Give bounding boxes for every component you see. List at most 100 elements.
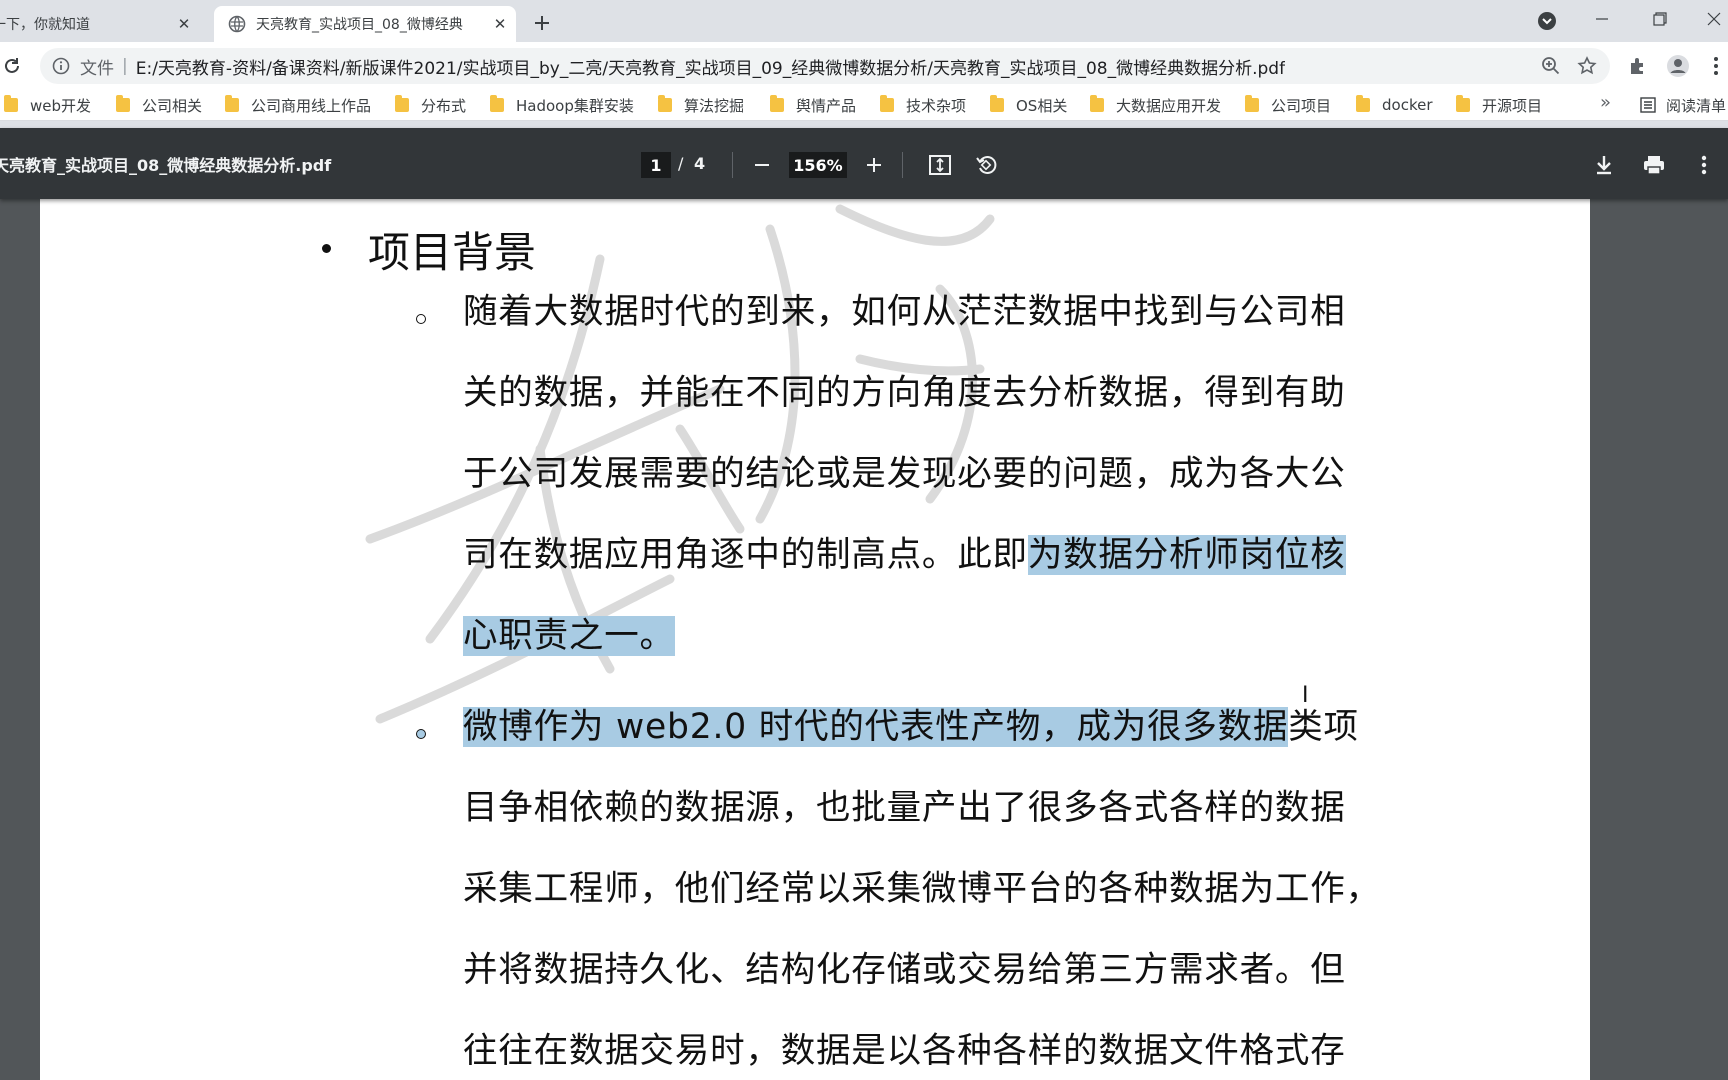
bookmark-folder[interactable]: 公司相关 — [116, 94, 202, 116]
bookmark-label: 算法挖掘 — [684, 96, 745, 115]
section-heading: 项目背景 — [368, 228, 537, 277]
rotate-icon[interactable] — [972, 151, 1000, 179]
restore-button[interactable] — [1632, 0, 1688, 38]
more-bookmarks-button[interactable]: » — [1600, 92, 1611, 113]
selected-text: 时代的代表性产物，成为很多数据 — [746, 707, 1289, 747]
page-number-input[interactable]: 1 — [641, 152, 671, 178]
folder-icon — [1245, 95, 1259, 112]
text-run: 司在数据应用角逐中的制高点。此即 — [463, 535, 1028, 575]
zoom-out-icon[interactable] — [748, 151, 776, 179]
tab-baidu[interactable]: 一下，你就知道 ✕ — [0, 6, 210, 42]
text-line: 往往在数据交易时，数据是以各种各样的数据文件格式存 — [463, 1031, 1346, 1071]
text-line: 关的数据，并能在不同的方向角度去分析数据，得到有助 — [463, 373, 1346, 413]
bookmark-label: 公司项目 — [1271, 96, 1332, 115]
bookmark-label: 分布式 — [421, 96, 467, 115]
globe-icon — [228, 15, 246, 33]
bullet-dot — [322, 244, 331, 253]
text-line: 心职责之一。 — [463, 596, 1403, 677]
pdf-toolbar: 天亮教育_实战项目_08_微博经典数据分析.pdf 1 / 4 156% — [0, 128, 1728, 199]
bookmarks-bar: web开发 公司相关 公司商用线上作品 分布式 Hadoop集群安装 算法挖掘 … — [0, 90, 1728, 121]
text-cursor-icon: I — [1302, 683, 1309, 708]
bookmark-label: docker — [1382, 96, 1433, 114]
divider — [732, 152, 733, 178]
address-bar[interactable]: 文件 | E:/天亮教育-资料/备课资料/新版课件2021/实战项目_by_二亮… — [40, 48, 1610, 84]
url-scheme-label: 文件 — [80, 58, 114, 79]
zoom-icon[interactable] — [1540, 55, 1562, 77]
page-separator: / — [678, 154, 684, 173]
extensions-icon[interactable] — [1626, 54, 1650, 78]
folder-icon — [116, 95, 130, 112]
pdf-title: 天亮教育_实战项目_08_微博经典数据分析.pdf — [0, 156, 332, 175]
paragraph-background: 随着大数据时代的到来，如何从茫茫数据中找到与公司相 关的数据，并能在不同的方向角… — [463, 272, 1403, 677]
minimize-button[interactable] — [1574, 0, 1630, 38]
star-icon[interactable] — [1576, 55, 1598, 77]
bookmark-folder[interactable]: 大数据应用开发 — [1090, 94, 1221, 116]
bookmark-label: 大数据应用开发 — [1116, 96, 1222, 115]
more-options-icon[interactable] — [1690, 151, 1718, 179]
selected-text: 心职责之一。 — [463, 616, 675, 656]
text-line: 司在数据应用角逐中的制高点。此即为数据分析师岗位核 — [463, 515, 1403, 596]
scrollbar[interactable] — [1716, 199, 1728, 1080]
info-icon[interactable] — [52, 57, 70, 75]
print-icon[interactable] — [1640, 151, 1668, 179]
close-window-button[interactable] — [1686, 0, 1728, 38]
profile-avatar-icon[interactable] — [1666, 54, 1690, 78]
bookmark-label: 公司相关 — [142, 96, 203, 115]
bookmark-label: OS相关 — [1016, 96, 1068, 115]
folder-icon — [490, 95, 504, 112]
folder-icon — [225, 95, 239, 112]
bookmark-label: web开发 — [30, 96, 92, 115]
folder-icon — [4, 95, 18, 112]
bookmark-label: 技术杂项 — [906, 96, 967, 115]
url-text[interactable]: E:/天亮教育-资料/备课资料/新版课件2021/实战项目_by_二亮/天亮教育… — [136, 54, 1285, 79]
pdf-viewer[interactable]: 项目背景 随着大数据时代的到来，如何从茫茫数据中找到与公司相 关的数据，并能在不… — [0, 199, 1728, 1080]
bookmark-folder[interactable]: 开源项目 — [1456, 94, 1542, 116]
bookmark-folder[interactable]: 公司商用线上作品 — [225, 94, 371, 116]
bookmark-folder[interactable]: 公司项目 — [1245, 94, 1331, 116]
bookmark-label: 公司商用线上作品 — [251, 96, 372, 115]
tab-strip: 一下，你就知道 ✕ 天亮教育_实战项目_08_微博经典 ✕ — [0, 0, 1728, 42]
selected-text: 微博作为 — [463, 707, 616, 747]
tab-pdf[interactable]: 天亮教育_实战项目_08_微博经典 ✕ — [214, 6, 516, 42]
bookmark-folder[interactable]: docker — [1356, 94, 1433, 116]
bookmark-folder[interactable]: OS相关 — [990, 94, 1067, 116]
reading-list-label: 阅读清单 — [1666, 96, 1727, 115]
reload-icon[interactable] — [0, 54, 24, 78]
text-line: 微博作为 web2.0 时代的代表性产物，成为很多数据类项 — [463, 687, 1403, 768]
fit-page-icon[interactable] — [926, 151, 954, 179]
bookmark-folder[interactable]: web开发 — [4, 94, 91, 116]
bookmark-folder[interactable]: 舆情产品 — [770, 94, 856, 116]
reading-list-button[interactable]: 阅读清单 — [1640, 94, 1726, 116]
text-line: 随着大数据时代的到来，如何从茫茫数据中找到与公司相 — [463, 292, 1346, 332]
divider — [902, 152, 903, 178]
bookmark-folder[interactable]: 技术杂项 — [880, 94, 966, 116]
text-line: 于公司发展需要的结论或是发现必要的问题，成为各大公 — [463, 454, 1346, 494]
folder-icon — [880, 95, 894, 112]
text-line: 采集工程师，他们经常以采集微博平台的各种数据为工作， — [463, 869, 1381, 909]
download-icon[interactable] — [1590, 151, 1618, 179]
zoom-in-icon[interactable] — [860, 151, 888, 179]
bookmark-folder[interactable]: 算法挖掘 — [658, 94, 744, 116]
folder-icon — [1090, 95, 1104, 112]
tab-title: 一下，你就知道 — [0, 17, 90, 33]
selected-text: web2.0 — [615, 707, 747, 747]
close-icon[interactable]: ✕ — [174, 14, 194, 34]
menu-icon[interactable] — [1704, 54, 1728, 78]
pdf-page[interactable]: 项目背景 随着大数据时代的到来，如何从茫茫数据中找到与公司相 关的数据，并能在不… — [40, 199, 1590, 1080]
tab-title: 天亮教育_实战项目_08_微博经典 — [256, 17, 463, 33]
text-line: 目争相依赖的数据源，也批量产出了很多各式各样的数据 — [463, 788, 1346, 828]
tab-search-icon[interactable] — [1536, 10, 1558, 32]
close-icon[interactable]: ✕ — [490, 14, 510, 34]
selected-text: 为数据分析师岗位核 — [1027, 535, 1346, 575]
folder-icon — [990, 95, 1004, 112]
bookmark-folder[interactable]: 分布式 — [395, 94, 466, 116]
browser-toolbar: 文件 | E:/天亮教育-资料/备课资料/新版课件2021/实战项目_by_二亮… — [0, 42, 1728, 90]
new-tab-button[interactable] — [528, 9, 556, 37]
page-total: 4 — [694, 154, 706, 173]
zoom-level-input[interactable]: 156% — [789, 152, 847, 178]
bookmark-folder[interactable]: Hadoop集群安装 — [490, 94, 634, 116]
folder-icon — [1356, 95, 1370, 112]
url-separator: | — [122, 56, 128, 76]
folder-icon — [1456, 95, 1470, 112]
bookmark-label: 开源项目 — [1482, 96, 1543, 115]
